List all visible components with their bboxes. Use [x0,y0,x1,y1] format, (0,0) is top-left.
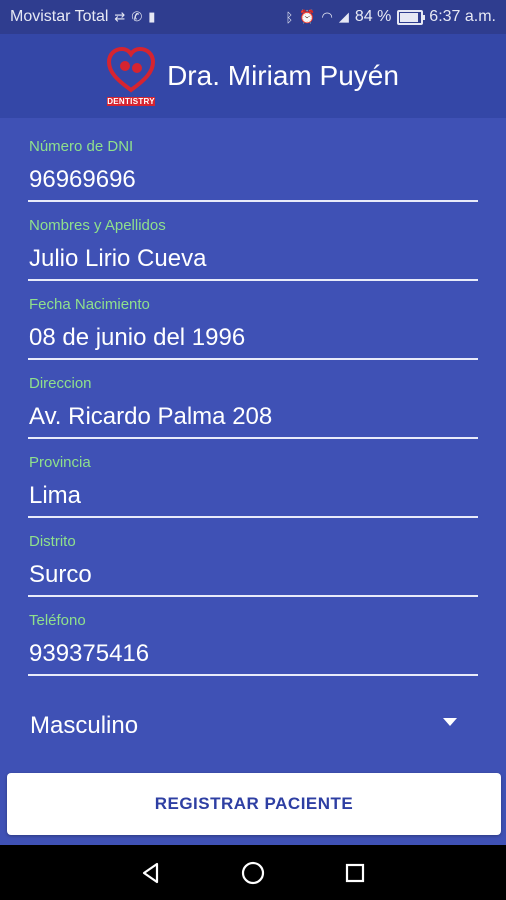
patient-form: Número de DNI 96969696 Nombres y Apellid… [28,118,478,676]
home-button[interactable] [233,853,273,893]
field-value[interactable]: Surco [29,561,92,589]
sd-card-icon: ▮ [148,9,156,24]
field-label: Nombres y Apellidos [29,217,166,234]
dni-field[interactable]: Número de DNI 96969696 [28,118,478,202]
app-title: Dra. Miriam Puyén [167,60,399,91]
register-patient-button[interactable]: REGISTRAR PACIENTE [7,773,501,835]
dropdown-arrow-icon[interactable] [443,718,457,726]
status-left: Movistar Total ⇄ ✆ ▮ [10,8,155,26]
recents-button[interactable] [335,853,375,893]
back-icon [142,862,159,883]
battery-icon [397,9,426,25]
recents-icon [345,863,365,882]
back-button[interactable] [131,853,171,893]
navigation-bar [0,845,506,900]
alarm-icon: ⏰ [299,9,316,24]
field-label: Teléfono [29,612,86,629]
carrier-name: Movistar Total [10,8,109,25]
bluetooth-icon: ᛒ [285,9,294,25]
field-underline [28,674,478,676]
district-field[interactable]: Distrito Surco [28,513,478,597]
home-icon [241,861,265,884]
field-label: Provincia [29,454,91,471]
heart-logo-icon [107,46,156,93]
battery-percent: 84 % [354,8,392,25]
field-value[interactable]: Av. Ricardo Palma 208 [29,403,272,431]
field-value[interactable]: 96969696 [29,166,136,194]
name-field[interactable]: Nombres y Apellidos Julio Lirio Cueva [28,197,478,281]
field-label: Distrito [29,533,76,550]
sim-icon: ⇄ [114,9,126,24]
clock: 6:37 a.m. [429,8,496,25]
field-value[interactable]: 939375416 [29,640,149,668]
status-right: ᛒ ⏰ ◠ ◢ 84 % 6:37 a.m. [285,8,496,26]
whatsapp-icon: ✆ [131,9,143,24]
status-bar: Movistar Total ⇄ ✆ ▮ ᛒ ⏰ ◠ ◢ 84 % 6:37 a… [0,0,506,34]
province-field[interactable]: Provincia Lima [28,434,478,518]
app-bar: DENTISTRY Dra. Miriam Puyén [0,34,506,118]
signal-icon: ◢ [338,9,349,24]
field-value[interactable]: 08 de junio del 1996 [29,324,245,352]
phone-field[interactable]: Teléfono 939375416 [28,592,478,676]
address-field[interactable]: Direccion Av. Ricardo Palma 208 [28,355,478,439]
field-value[interactable]: Lima [29,482,81,510]
app-logo: DENTISTRY [107,46,156,106]
field-label: Fecha Nacimiento [29,296,150,313]
field-label: Direccion [29,375,92,392]
gender-value[interactable]: Masculino [30,712,138,740]
birthdate-field[interactable]: Fecha Nacimiento 08 de junio del 1996 [28,276,478,360]
gender-select[interactable]: Masculino [0,688,506,748]
logo-text: DENTISTRY [107,97,156,106]
wifi-icon: ◠ [321,9,333,24]
field-value[interactable]: Julio Lirio Cueva [29,245,206,273]
field-label: Número de DNI [29,138,134,155]
